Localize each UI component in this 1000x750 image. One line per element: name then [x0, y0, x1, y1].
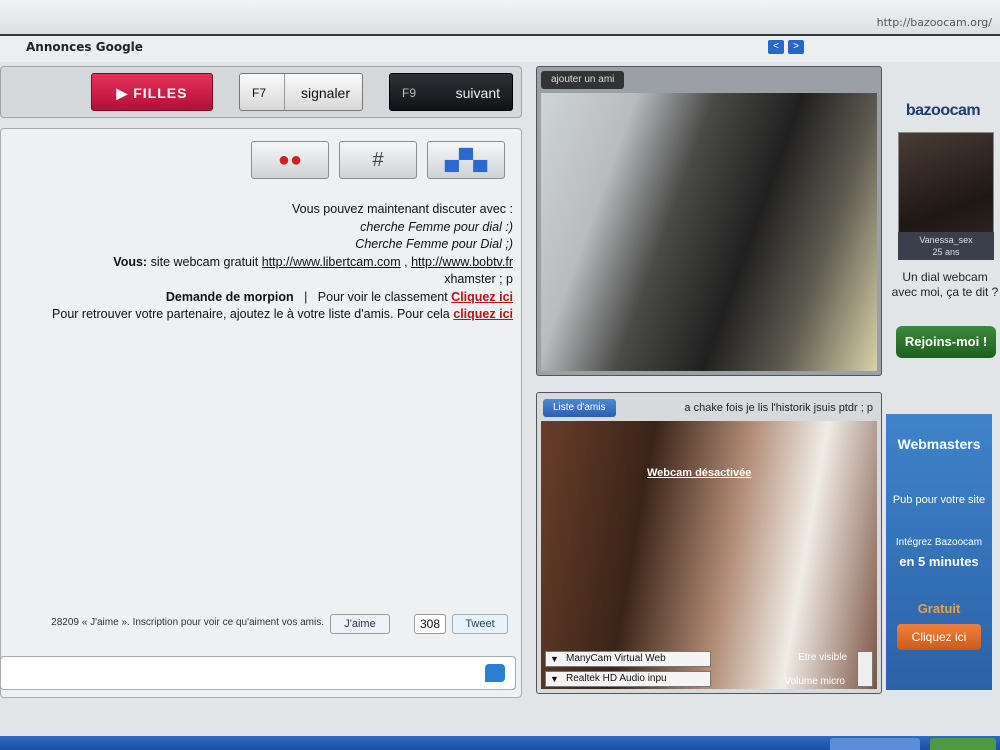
profile-name: Vanessa_sex: [919, 235, 973, 245]
self-label: Vous:: [113, 254, 148, 269]
tictactoe-game-button[interactable]: #: [339, 141, 417, 179]
ads-prev-button[interactable]: <: [768, 40, 784, 54]
send-message-icon[interactable]: [485, 664, 505, 682]
report-label: signaler: [300, 85, 350, 101]
game-request-line: Demande de morpion | Pour voir le classe…: [1, 289, 513, 307]
next-key: F9: [402, 86, 417, 100]
tetris-game-button[interactable]: ▄▀▄: [427, 141, 505, 179]
join-button[interactable]: Rejoins-moi !: [896, 326, 996, 358]
mic-volume-label: Volume micro: [784, 676, 845, 687]
taskbar-item[interactable]: [930, 738, 996, 750]
tetris-icon: ▄▀▄: [444, 149, 488, 171]
webmasters-line2: Intégrez Bazoocam: [895, 537, 983, 548]
connect4-icon: ●●: [277, 149, 303, 171]
add-friend-button[interactable]: ajouter un ami: [541, 71, 625, 89]
report-key: F7: [252, 86, 267, 100]
partner-hint: Pour retrouver votre partenaire, ajoutez…: [1, 306, 513, 324]
taskbar-item[interactable]: [830, 738, 920, 750]
webmasters-cta-button[interactable]: Cliquez ici: [897, 624, 981, 650]
ads-next-button[interactable]: >: [788, 40, 804, 54]
audio-source-value: Realtek HD Audio inpu: [566, 673, 667, 684]
next-label: suivant: [455, 85, 500, 101]
webmasters-line1: Pub pour votre site: [892, 494, 986, 506]
like-button[interactable]: J'aime: [330, 614, 390, 634]
ads-row: Annonces Google < >: [0, 36, 1000, 62]
video-source-select[interactable]: ▼ ManyCam Virtual Web: [545, 651, 711, 667]
tictactoe-icon: #: [372, 149, 384, 171]
chat-line-self: Vous: site webcam gratuit http://www.lib…: [1, 254, 513, 272]
action-toolbar: F9 suivant F7 signaler ▶ FILLES: [0, 66, 522, 118]
video-source-value: ManyCam Virtual Web: [566, 653, 666, 664]
friends-list-button[interactable]: Liste d'amis: [543, 399, 616, 417]
audio-source-select[interactable]: ▼ Realtek HD Audio inpu: [545, 671, 711, 687]
chevron-down-icon: ▼: [550, 674, 559, 684]
webmasters-box[interactable]: Webmasters Pub pour votre site Intégrez …: [886, 414, 992, 690]
partner-video-feed: [541, 93, 877, 371]
tweet-button[interactable]: Tweet: [452, 614, 508, 634]
chat-link[interactable]: http://www.bobtv.fr: [411, 255, 513, 269]
chat-line: Cherche Femme pour Dial ;): [355, 237, 513, 251]
partner-link[interactable]: cliquez ici: [453, 307, 513, 321]
partner-video: ajouter un ami: [536, 66, 882, 376]
webmasters-title: Webmasters: [897, 436, 981, 452]
game-request: Demande de morpion: [165, 289, 294, 304]
chat-link[interactable]: http://www.libertcam.com: [262, 255, 401, 269]
self-video-feed: [541, 421, 877, 689]
taskbar: [0, 736, 1000, 750]
connect4-game-button[interactable]: ●●: [251, 141, 329, 179]
status-text[interactable]: a chake fois je lis l'historik jsuis ptd…: [684, 397, 873, 419]
girls-filter-button[interactable]: ▶ FILLES: [91, 73, 213, 111]
mic-volume-slider[interactable]: [857, 651, 873, 687]
google-ads-label[interactable]: Annonces Google: [26, 40, 143, 54]
chat-log: Vous pouvez maintenant discuter avec : c…: [1, 201, 513, 324]
browser-bar: http://bazoocam.org/: [0, 0, 1000, 36]
self-msg: site webcam gratuit: [147, 254, 262, 269]
chat-sep: ,: [400, 254, 412, 269]
chevron-down-icon: ▼: [550, 654, 559, 664]
webmasters-line4: Gratuit: [917, 601, 961, 616]
url-text[interactable]: http://bazoocam.org/: [877, 16, 992, 29]
share-bar: Tweet 308 J'aime 28209 « J'aime ». Inscr…: [0, 612, 522, 638]
report-divider: [284, 74, 285, 110]
brand-logo[interactable]: bazoocam: [886, 102, 1000, 120]
chat-line: xhamster ; p: [444, 272, 513, 286]
visible-toggle[interactable]: Etre visible: [798, 652, 847, 663]
webcam-off-label: Webcam désactivée: [647, 467, 752, 479]
chat-intro: Vous pouvez maintenant discuter avec :: [292, 202, 513, 216]
self-video-header: Liste d'amis a chake fois je lis l'histo…: [541, 397, 877, 419]
profile-age: 25 ans: [932, 247, 960, 257]
rank-text: Pour voir le classement: [317, 289, 452, 304]
divider: |: [297, 289, 318, 304]
report-button[interactable]: F7 signaler: [239, 73, 363, 111]
message-input[interactable]: [0, 656, 516, 690]
next-button[interactable]: F9 suivant: [389, 73, 513, 111]
facebook-like-text: 28209 « J'aime ». Inscription pour voir …: [51, 617, 324, 628]
rank-link[interactable]: Cliquez ici: [451, 290, 513, 304]
tweet-count: 308: [414, 614, 446, 634]
promo-text: Un dial webcam avec moi, ça te dit ?: [891, 270, 999, 299]
profile-caption: Vanessa_sex 25 ans: [898, 232, 994, 260]
self-video: Liste d'amis a chake fois je lis l'histo…: [536, 392, 882, 694]
partner-text: Pour retrouver votre partenaire, ajoutez…: [52, 307, 454, 321]
webmasters-line3: en 5 minutes: [899, 554, 979, 569]
chat-line: cherche Femme pour dial :): [360, 219, 513, 234]
screen: http://bazoocam.org/ Annonces Google < >…: [0, 0, 1000, 750]
